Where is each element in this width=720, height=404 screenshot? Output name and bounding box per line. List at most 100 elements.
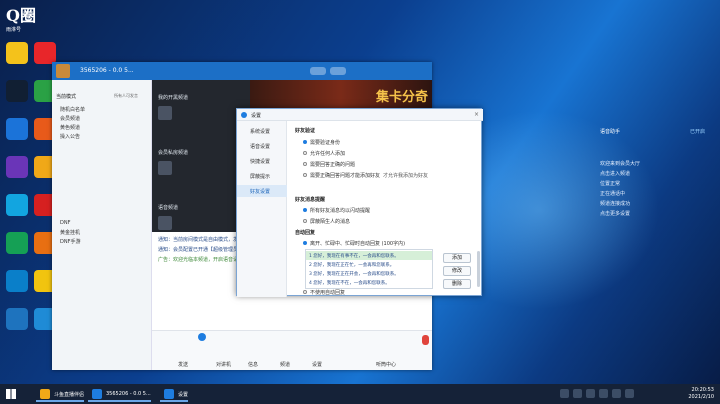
radio-label: 需要正确回答问题才能添加好友	[310, 173, 381, 179]
qq-member-avatar	[158, 161, 172, 175]
auto-reply-scrollbar[interactable]	[477, 251, 480, 287]
auto-reply-list: 1 您好，我现在有事不在，一会再和您联系。 2 您好，我现在正在忙，一会再和您联系…	[305, 249, 433, 289]
radio-label: 屏蔽陌生人的消息	[310, 219, 351, 225]
assistant-line: 点击更多设置	[600, 211, 631, 217]
settings-dialog: 设置 × 系统设置 语音设置 快捷设置 屏蔽提示 好友设置 好友验证 好友消息提醒 自动…	[236, 108, 483, 297]
qq-maximize-button[interactable]	[330, 67, 346, 75]
desktop-app-icon[interactable]	[6, 80, 28, 102]
taskbar-clock[interactable]: 20:20:53 2021/2/10	[688, 387, 714, 401]
auto-reply-row[interactable]: 4 您好，我现在不在，一会再和您联系。	[306, 278, 432, 287]
assistant-status: 已开启	[690, 129, 706, 135]
settings-icon	[241, 112, 247, 118]
taskbar-time: 20:20:53	[691, 387, 714, 393]
taskbar-item[interactable]: 斗鱼直播伴侣	[36, 386, 85, 402]
qq-channel-item[interactable]: DNF	[60, 220, 70, 226]
qq-toolbar-item[interactable]: 设置	[312, 361, 322, 368]
tray-icon[interactable]	[560, 389, 569, 398]
qq-avatar	[56, 64, 70, 78]
taskbar: 斗鱼直播伴侣 3565206 - 0.0 5... 设置 20:20:53 2021…	[0, 384, 720, 404]
desktop-app-icon[interactable]	[6, 42, 28, 64]
settings-nav-item[interactable]: 系统设置	[237, 125, 287, 137]
auto-reply-row[interactable]: 1 您好，我现在有事不在，一会再和您联系。	[306, 251, 432, 260]
desktop-logo-text: Q圈	[6, 6, 36, 25]
radio-button[interactable]	[303, 162, 307, 166]
qq-member-avatar	[158, 216, 172, 230]
taskbar-item[interactable]: 设置	[160, 386, 189, 402]
desktop-app-icon[interactable]	[6, 194, 28, 216]
tray-icon[interactable]	[612, 389, 621, 398]
qq-member-avatar	[158, 106, 172, 120]
assistant-line: 欢迎来到会员大厅	[600, 161, 641, 167]
tray-icon[interactable]	[599, 389, 608, 398]
radio-label: 需要验证身份	[310, 140, 341, 146]
taskbar-date: 2021/2/10	[688, 394, 714, 400]
qq-send-button[interactable]: 发送	[178, 361, 188, 368]
auto-reply-row[interactable]: 2 您好，我现在正在忙，一会再和您联系。	[306, 260, 432, 269]
qq-channel-item[interactable]: 操入公告	[60, 133, 80, 140]
auto-reply-1-button[interactable]: 修改	[443, 266, 471, 276]
qq-window-title: 3565206 - 0.0 5...	[80, 67, 134, 74]
desktop-app-icon[interactable]	[6, 308, 28, 330]
desktop-logo-subtext: 雨淋号	[6, 27, 22, 33]
radio-button[interactable]	[303, 140, 307, 144]
radio-label: 允许任何人添加	[310, 151, 346, 157]
settings-nav-item[interactable]: 语音设置	[237, 140, 287, 152]
desktop-logo[interactable]: Q圈 雨淋号	[6, 2, 48, 38]
assistant-line: 位置正常	[600, 181, 621, 187]
qq-channel-item[interactable]: 会员频道	[60, 115, 80, 122]
qq-channel-item[interactable]: 黄色频道	[60, 124, 80, 131]
settings-nav-item[interactable]: 好友设置	[237, 185, 287, 197]
auto-reply-2-button[interactable]: 删除	[443, 279, 471, 289]
settings-nav-item[interactable]: 快捷设置	[237, 155, 287, 167]
qq-mic-icon[interactable]	[422, 335, 429, 345]
radio-button[interactable]	[303, 219, 307, 223]
qq-channel-item[interactable]: 黄金挂机	[60, 229, 80, 236]
taskbar-item-label: 设置	[178, 392, 189, 398]
taskbar-item[interactable]: 3565206 - 0.0 5...	[88, 386, 151, 402]
desktop-app-icon[interactable]	[6, 118, 28, 140]
qq-mode-label: 当前模式	[56, 94, 77, 100]
taskbar-app-icon	[92, 389, 102, 399]
taskbar-item-label: 斗鱼直播伴侣	[54, 392, 85, 398]
radio-button[interactable]	[303, 290, 307, 294]
radio-label: 需要回答正确的问题	[310, 162, 356, 168]
qq-emoji-icon[interactable]	[198, 333, 206, 341]
desktop-app-icon[interactable]	[6, 270, 28, 292]
radio-button[interactable]	[303, 173, 307, 177]
desktop-app-icon[interactable]	[6, 232, 28, 254]
tray-icon[interactable]	[625, 389, 634, 398]
windows-start-icon[interactable]	[6, 389, 16, 399]
qq-channel-item[interactable]: DNF手游	[60, 238, 80, 245]
assistant-line: 正在通话中	[600, 191, 626, 197]
qq-minimize-button[interactable]	[310, 67, 326, 75]
auto-reply-0-button[interactable]: 添加	[443, 253, 471, 263]
desktop-app-icon[interactable]	[34, 42, 56, 64]
settings-nav: 系统设置语音设置快捷设置屏蔽提示好友设置	[237, 121, 287, 297]
settings-nav-item[interactable]: 屏蔽提示	[237, 170, 287, 182]
auto-reply-row[interactable]: 3 您好，我现在正在开会，一会再和您联系。	[306, 269, 432, 278]
qq-toolbar-item[interactable]: 频道	[280, 361, 290, 368]
settings-title: 设置	[251, 113, 262, 119]
section-friend-message: 好友消息提醒	[295, 197, 326, 203]
radio-button[interactable]	[303, 151, 307, 155]
tray-icon[interactable]	[586, 389, 595, 398]
qq-headset-center[interactable]: 听筒中心	[376, 361, 396, 368]
close-icon[interactable]: ×	[474, 111, 479, 118]
qq-banner-text: 集卡分奇	[375, 90, 428, 105]
tray-icon[interactable]	[573, 389, 582, 398]
assistant-title: 语音助手	[600, 129, 621, 135]
radio-button[interactable]	[303, 208, 307, 212]
qq-mode-value: 所有人可发言	[114, 93, 138, 98]
qq-channel-item[interactable]: 随机白名单	[60, 106, 85, 113]
qq-toolbar-item[interactable]: 信息	[248, 361, 258, 368]
qq-toolbar-item[interactable]: 对讲机	[216, 361, 231, 368]
verify-extra-text: 才允许我添加为好友	[383, 173, 429, 179]
taskbar-app-icon	[164, 389, 174, 399]
radio-label: 离开、忙碌中、忙碌时自动回复 (100字内)	[310, 241, 406, 247]
desktop-app-icon[interactable]	[6, 156, 28, 178]
qq-input-bar: 发送 听筒中心 对讲机 信息 频道 设置	[152, 330, 432, 370]
qq-banner: 集卡分奇	[250, 80, 432, 110]
qq-channel-list: 当前模式 所有人可发言 随机白名单会员频道黄色频道操入公告 DNF 黄金挂机 DNF手…	[52, 80, 152, 370]
radio-button[interactable]	[303, 241, 307, 245]
section-auto-reply: 自动回复	[295, 230, 316, 236]
